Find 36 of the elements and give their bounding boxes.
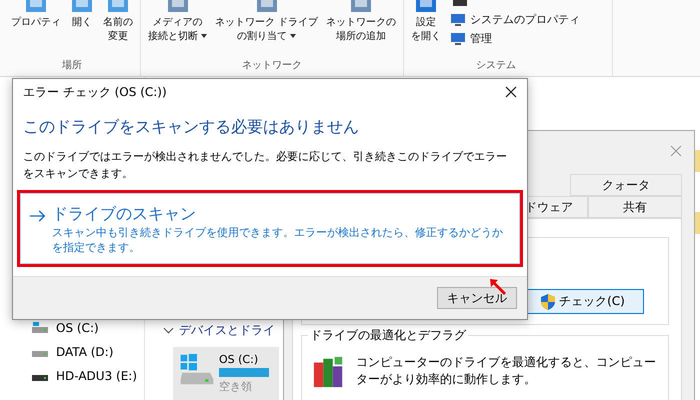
nav-item[interactable]: DATA (D:) <box>32 343 144 361</box>
group-label: ネットワーク <box>242 59 302 72</box>
group-title: ドライブの最適化とデフラグ <box>308 327 468 344</box>
scan-drive-option[interactable]: ドライブのスキャン スキャン中も引き続きドライブを使用できます。エラーが検出されたら、修正するかどうかを指定できます。 <box>20 193 520 264</box>
usage-bar <box>219 368 269 377</box>
ribbon-button[interactable]: 開く <box>68 0 96 30</box>
ribbon-button[interactable]: ネットワーク ドライブ の割り当て <box>214 0 320 44</box>
ribbon-button[interactable]: プロパティ <box>10 0 62 30</box>
ribbon-button[interactable]: メディアの 接続と切断 <box>147 0 208 44</box>
close-icon <box>505 86 517 98</box>
group-label: システム <box>476 59 516 72</box>
cancel-button[interactable]: キャンセル <box>437 287 517 309</box>
dialog-title: エラー チェック (OS (C:)) <box>23 84 167 100</box>
ribbon-button[interactable]: 設定 を開く <box>410 0 442 44</box>
group-label: 場所 <box>62 58 82 72</box>
drive-icon <box>32 322 48 334</box>
ribbon-button[interactable]: 管理 <box>448 31 582 46</box>
close-icon <box>670 145 682 157</box>
drive-detail: 空き領 <box>219 379 253 394</box>
tab[interactable]: クォータ <box>570 174 682 196</box>
dialog-message: このドライブではエラーが検出されませんでした。必要に応じて、引き続きこのドライブでエラーをスキャンできます。 <box>22 149 508 182</box>
drive-name: OS (C:) <box>219 353 260 366</box>
arrow-right-icon <box>29 209 46 223</box>
drive-tile[interactable]: OS (C:) 空き領 <box>173 347 279 400</box>
ribbon-button[interactable]: システムのプロパティ <box>448 12 582 27</box>
nav-item[interactable]: OS (C:) <box>32 319 144 337</box>
section-header[interactable]: デバイスとドライ <box>165 322 275 339</box>
nav-item[interactable]: HD-ADU3 (E:) <box>32 367 144 385</box>
close-button[interactable] <box>503 84 519 100</box>
system-drive-icon <box>179 353 215 386</box>
tab[interactable]: 共有 <box>588 196 682 218</box>
dialog-heading: このドライブをスキャンする必要はありません <box>22 117 360 138</box>
ribbon-button[interactable]: 名前の 変更 <box>102 0 134 44</box>
shield-icon <box>541 294 556 310</box>
ribbon-button[interactable]: ネットワークの 場所の追加 <box>325 0 398 44</box>
description-text: コンピューターのドライブを最適化すると、コンピューターがより効率的に動作します。 <box>356 354 657 388</box>
